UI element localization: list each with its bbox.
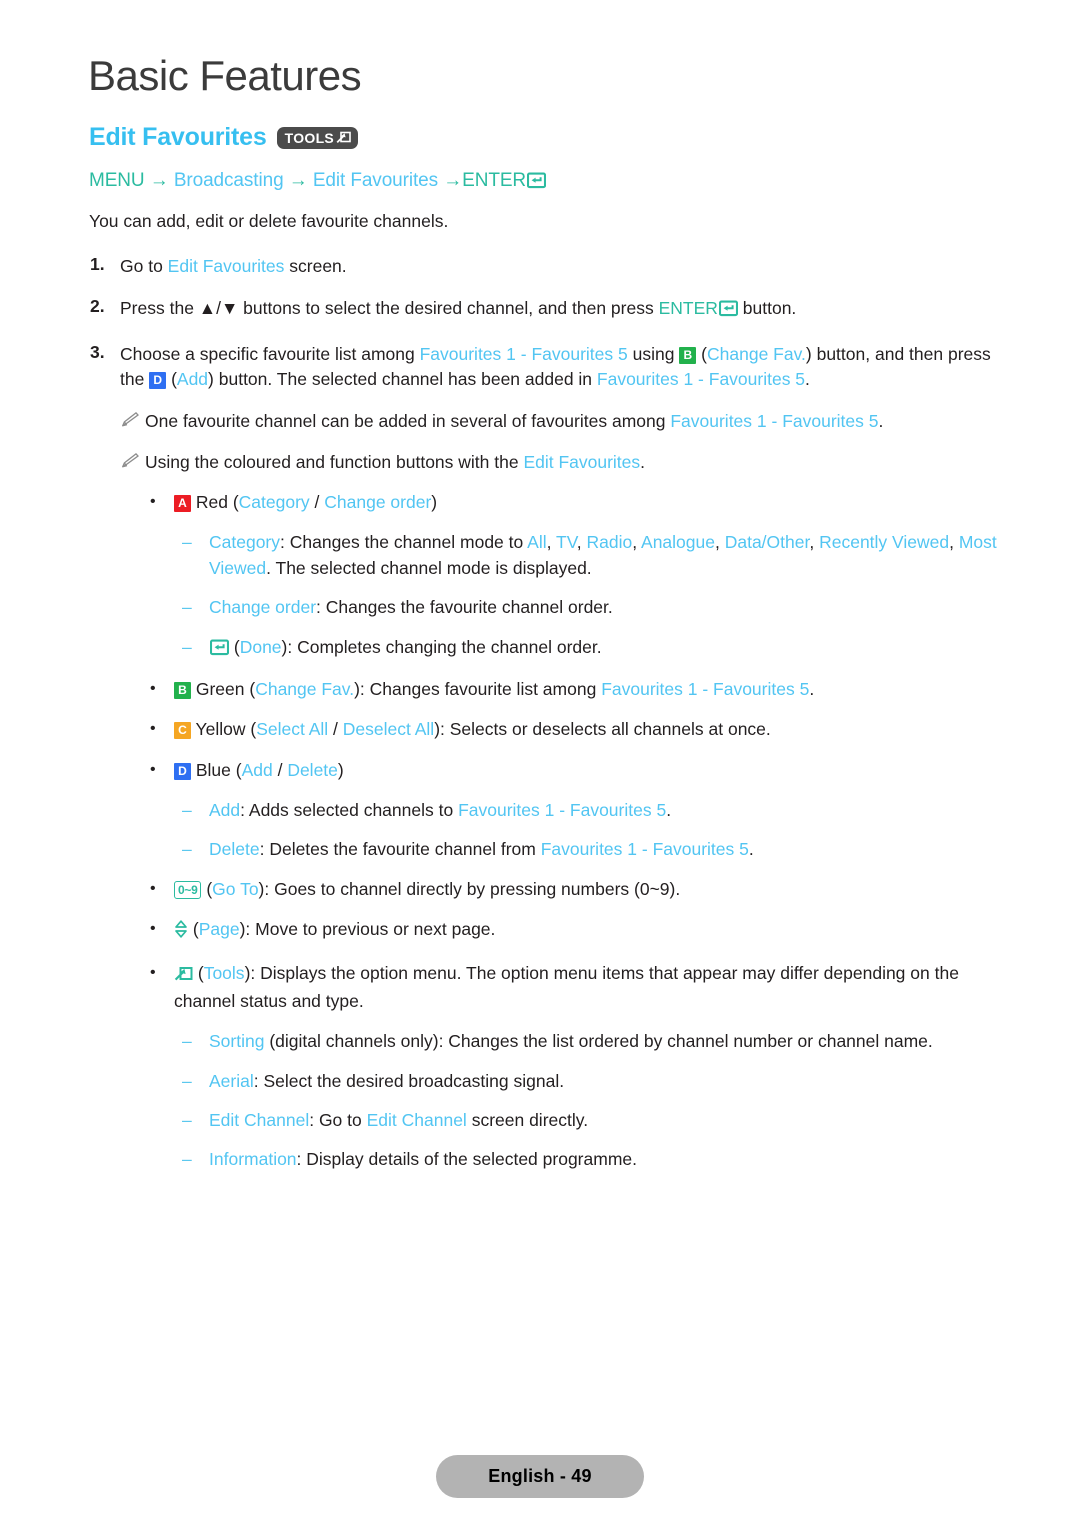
note-text: Using the coloured and function buttons … — [145, 451, 646, 472]
bullet-dot: • — [150, 879, 156, 897]
step-text: Choose a specific favourite list among F… — [120, 343, 991, 389]
step-text: Press the ▲/▼ buttons to select the desi… — [120, 296, 1002, 324]
breadcrumb-arrow-2: → — [288, 170, 308, 191]
breadcrumb-enter: ENTER — [462, 170, 527, 191]
subitem-done: – (Done): Completes changing the channel… — [0, 635, 1080, 663]
bullet-text: C Yellow (Select All / Deselect All): Se… — [174, 717, 1002, 742]
bullet-text: B Green (Change Fav.): Changes favourite… — [174, 677, 1002, 702]
key-badge-c: C — [174, 722, 191, 740]
subitem-text: Sorting (digital channels only): Changes… — [209, 1031, 933, 1052]
subitem-delete: – Delete: Deletes the favourite channel … — [0, 837, 1080, 862]
breadcrumb-arrow-3: → — [443, 170, 463, 191]
page-footer: English - 49 — [0, 1455, 1080, 1498]
breadcrumb-arrow-1: → — [149, 170, 169, 191]
dash-marker: – — [182, 597, 192, 618]
bullet-text: (Page): Move to previous or next page. — [174, 917, 1002, 945]
dash-marker: – — [182, 532, 192, 553]
bullet-page: • (Page): Move to previous or next page. — [0, 917, 1080, 945]
subitem-text: Aerial: Select the desired broadcasting … — [209, 1070, 565, 1091]
key-badge-b: B — [679, 346, 697, 364]
page-title: Edit Favourites — [89, 123, 267, 151]
note-2: Using the coloured and function buttons … — [0, 450, 1080, 475]
key-badge-d: D — [149, 371, 167, 389]
page-updown-icon — [174, 920, 188, 945]
manual-page: Basic Features Edit Favourites TOOLS MEN… — [0, 0, 1080, 1534]
step-1: 1. Go to Edit Favourites screen. — [0, 254, 1080, 279]
enter-return-icon — [526, 171, 547, 198]
bullet-dot: • — [150, 493, 156, 511]
subitem-text: Delete: Deletes the favourite channel fr… — [209, 839, 754, 860]
note-1: One favourite channel can be added in se… — [0, 409, 1080, 434]
bullet-dot: • — [150, 679, 156, 697]
bullet-text: (Tools): Displays the option menu. The o… — [174, 962, 959, 1011]
tools-badge-label: TOOLS — [284, 129, 335, 146]
bullet-text: A Red (Category / Change order) — [174, 490, 1002, 515]
page-number-badge: English - 49 — [436, 1455, 644, 1498]
tools-badge: TOOLS — [276, 126, 359, 149]
subitem-add: – Add: Adds selected channels to Favouri… — [0, 798, 1080, 823]
bullet-dot: • — [150, 760, 156, 778]
step-3: 3. Choose a specific favourite list amon… — [0, 342, 1080, 393]
bullet-dot: • — [150, 963, 156, 981]
bullet-yellow-button: • C Yellow (Select All / Deselect All): … — [0, 717, 1080, 742]
pencil-note-icon — [121, 409, 145, 434]
subitem-text: (Done): Completes changing the channel o… — [209, 635, 1002, 663]
step-2: 2. Press the ▲/▼ buttons to select the d… — [0, 296, 1080, 324]
dash-marker: – — [182, 800, 192, 821]
key-badge-number-range: 0~9 — [174, 880, 202, 899]
subitem-sorting: – Sorting (digital channels only): Chang… — [0, 1029, 1080, 1054]
bullet-tools: • (Tools): Displays the option menu. The… — [0, 961, 1080, 1015]
chapter-title: Basic Features — [88, 52, 362, 99]
bullet-goto: • 0~9 (Go To): Goes to channel directly … — [0, 877, 1080, 902]
enter-return-icon — [718, 299, 738, 324]
section-header: Edit Favourites TOOLS — [89, 123, 359, 152]
dash-marker: – — [182, 1031, 192, 1052]
subitem-text: Add: Adds selected channels to Favourite… — [209, 800, 672, 821]
breadcrumb-broadcasting: Broadcasting — [173, 170, 284, 191]
subitem-text: Category: Changes the channel mode to Al… — [209, 532, 997, 578]
key-badge-b: B — [174, 681, 191, 699]
dash-marker: – — [182, 1070, 192, 1091]
note-text: One favourite channel can be added in se… — [145, 411, 884, 432]
bullet-text: 0~9 (Go To): Goes to channel directly by… — [174, 877, 1002, 902]
bullet-text: D Blue (Add / Delete) — [174, 758, 1002, 783]
bullet-dot: • — [150, 720, 156, 738]
tools-arrow-icon — [174, 964, 193, 989]
pencil-note-icon — [121, 450, 145, 475]
tools-arrow-icon — [336, 130, 351, 146]
subitem-change-order: – Change order: Changes the favourite ch… — [0, 595, 1080, 620]
bullet-dot: • — [150, 920, 156, 938]
subitem-aerial: – Aerial: Select the desired broadcastin… — [0, 1069, 1080, 1094]
bullet-red-button: • A Red (Category / Change order) — [0, 490, 1080, 515]
dash-marker: – — [182, 1149, 192, 1170]
subitem-text: Change order: Changes the favourite chan… — [209, 597, 613, 618]
enter-return-icon — [209, 638, 230, 663]
step-number: 3. — [90, 341, 105, 362]
dash-marker: – — [182, 1110, 192, 1131]
step-number: 1. — [90, 253, 105, 274]
subitem-text: Information: Display details of the sele… — [209, 1149, 637, 1170]
key-badge-a: A — [174, 495, 191, 513]
breadcrumb-menu: MENU — [89, 170, 145, 191]
dash-marker: – — [182, 636, 192, 657]
intro-text: You can add, edit or delete favourite ch… — [89, 210, 449, 231]
dash-marker: – — [182, 839, 192, 860]
subitem-category: – Category: Changes the channel mode to … — [0, 530, 1080, 581]
breadcrumb-edit-favourites: Edit Favourites — [312, 170, 439, 191]
bullet-blue-button: • D Blue (Add / Delete) — [0, 758, 1080, 783]
key-badge-d: D — [174, 762, 191, 780]
bullet-green-button: • B Green (Change Fav.): Changes favouri… — [0, 677, 1080, 702]
page-content: MENU → Broadcasting → Edit Favourites →E… — [0, 168, 1080, 1187]
subitem-text: Edit Channel: Go to Edit Channel screen … — [209, 1110, 589, 1131]
breadcrumb: MENU → Broadcasting → Edit Favourites →E… — [0, 168, 1080, 198]
step-text: Go to Edit Favourites screen. — [120, 255, 347, 276]
step-number: 2. — [90, 296, 105, 317]
subitem-edit-channel: – Edit Channel: Go to Edit Channel scree… — [0, 1108, 1080, 1133]
subitem-information: – Information: Display details of the se… — [0, 1147, 1080, 1172]
